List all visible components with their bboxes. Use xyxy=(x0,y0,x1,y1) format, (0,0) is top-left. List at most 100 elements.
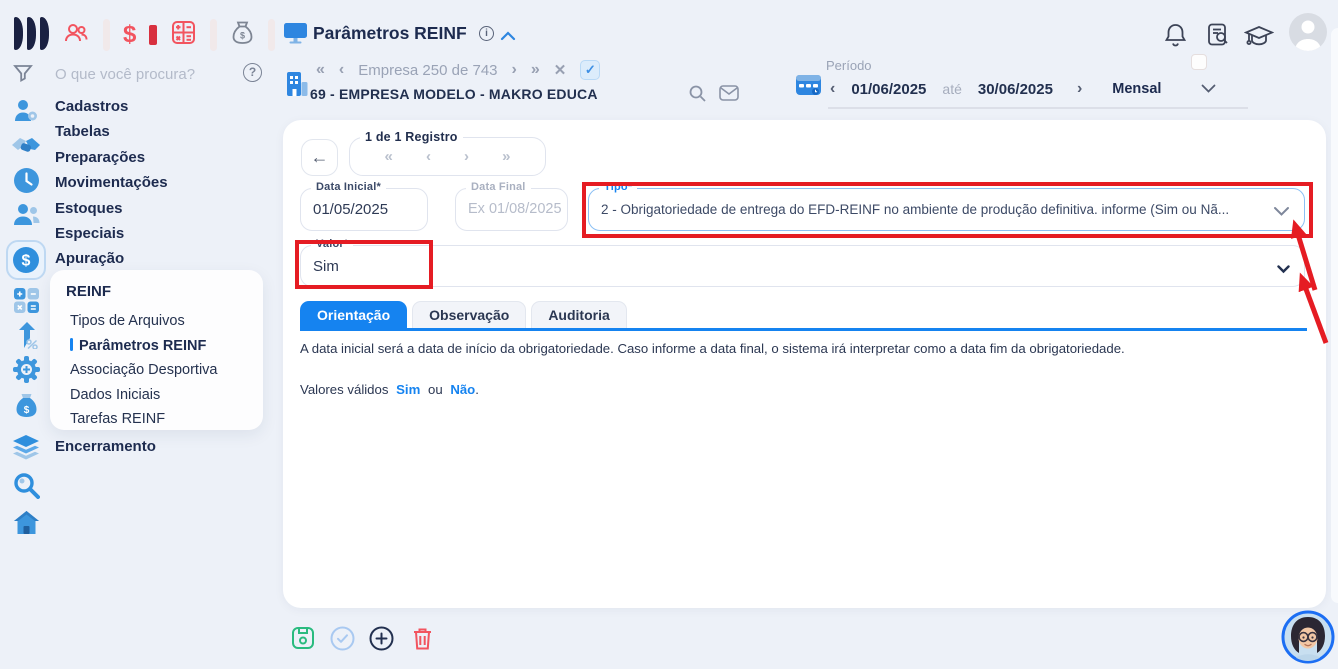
next-record-button[interactable]: › xyxy=(464,148,469,165)
info-icon[interactable]: i xyxy=(479,26,494,41)
tipo-select[interactable]: Tipo* 2 - Obrigatoriedade de entrega do … xyxy=(588,188,1305,231)
search-company-icon[interactable] xyxy=(688,84,707,108)
sidebar-item-estoques[interactable]: Estoques xyxy=(55,196,168,221)
bell-icon[interactable] xyxy=(1164,22,1187,52)
svg-text:$: $ xyxy=(240,31,245,41)
data-final-field[interactable]: Data Final Ex 01/08/2025 xyxy=(455,188,568,231)
period-label: Período xyxy=(826,58,872,73)
gear-icon[interactable] xyxy=(12,355,41,389)
logo-bar xyxy=(40,17,49,50)
tab-orientacao[interactable]: Orientação xyxy=(300,301,407,329)
prev-company-button[interactable]: ‹ xyxy=(339,61,344,79)
submenu-item-tarefas-reinf[interactable]: Tarefas REINF xyxy=(70,407,263,432)
period-checkbox[interactable] xyxy=(1191,54,1207,70)
svg-text:$: $ xyxy=(22,253,31,270)
mail-icon[interactable] xyxy=(719,85,739,106)
clock-icon[interactable] xyxy=(13,167,40,199)
sidebar-item-apuracao[interactable]: Apuração xyxy=(55,246,168,271)
save-icon[interactable] xyxy=(291,626,315,655)
period-until-label: até xyxy=(942,81,961,97)
tab-observacao[interactable]: Observação xyxy=(412,301,526,329)
dollar-icon[interactable]: $ xyxy=(123,21,136,49)
sidebar-item-especiais[interactable]: Especiais xyxy=(55,221,168,246)
calendar-icon xyxy=(795,72,822,102)
sidebar-item-preparacoes[interactable]: Preparações xyxy=(55,145,168,170)
prev-record-button[interactable]: ‹ xyxy=(426,148,431,165)
search-input[interactable]: O que você procura? xyxy=(55,66,235,83)
graduation-cap-icon[interactable] xyxy=(1244,24,1274,53)
submenu-title-reinf[interactable]: REINF xyxy=(66,280,263,304)
last-company-button[interactable]: » xyxy=(531,61,540,79)
period-end-date[interactable]: 30/06/2025 xyxy=(978,81,1053,98)
company-filter-checkbox[interactable]: ✓ xyxy=(580,60,600,80)
check-circle-icon[interactable] xyxy=(330,626,355,656)
submenu-item-parametros-reinf[interactable]: Parâmetros REINF xyxy=(70,334,263,359)
data-final-label: Data Final xyxy=(466,181,531,193)
right-edge-panel xyxy=(1331,28,1338,603)
sidebar-item-movimentacoes[interactable]: Movimentações xyxy=(55,170,168,195)
last-record-button[interactable]: » xyxy=(502,148,510,165)
app-logo[interactable] xyxy=(14,17,49,50)
data-final-input[interactable]: Ex 01/08/2025 xyxy=(468,201,562,217)
record-nav-label: 1 de 1 Registro xyxy=(360,130,463,144)
first-company-button[interactable]: « xyxy=(316,61,325,79)
chevron-down-icon[interactable] xyxy=(1201,80,1216,98)
valor-chevron-down-icon[interactable] xyxy=(1277,261,1290,279)
money-bag-icon[interactable]: $ xyxy=(230,19,255,51)
calculator-blue-icon[interactable] xyxy=(13,287,40,319)
next-company-button[interactable]: › xyxy=(512,61,517,79)
valid-value-nao[interactable]: Não xyxy=(450,382,475,397)
sidebar-item-tabelas[interactable]: Tabelas xyxy=(55,119,168,144)
next-period-button[interactable]: › xyxy=(1077,80,1082,98)
prev-period-button[interactable]: ‹ xyxy=(830,80,835,98)
orientation-paragraph: A data inicial será a data de início da … xyxy=(300,341,1315,356)
dollar-circle-icon[interactable]: $ xyxy=(6,240,46,280)
valor-value[interactable]: Sim xyxy=(313,258,339,275)
tab-bar: Orientação Observação Auditoria xyxy=(300,301,627,329)
logo-bar xyxy=(27,17,36,50)
search-icon[interactable] xyxy=(13,472,40,504)
trash-icon[interactable] xyxy=(412,627,433,656)
submenu-item-tipos-de-arquivos[interactable]: Tipos de Arquivos xyxy=(70,309,263,334)
first-record-button[interactable]: « xyxy=(385,148,393,165)
monitor-icon xyxy=(283,22,308,49)
filter-icon[interactable] xyxy=(13,63,33,88)
calculator-icon[interactable] xyxy=(170,19,197,51)
valid-values-line: Valores válidos Sim ou Não. xyxy=(300,382,479,397)
people-icon[interactable] xyxy=(62,19,90,52)
red-indicator-pill xyxy=(149,25,157,45)
valor-select[interactable]: Valor* Sim xyxy=(300,245,1305,287)
company-counter: Empresa 250 de 743 xyxy=(358,62,497,79)
layers-icon[interactable] xyxy=(11,434,41,466)
company-name: 69 - EMPRESA MODELO - MAKRO EDUCA xyxy=(310,86,598,102)
handshake-icon[interactable] xyxy=(10,133,42,164)
sidebar-item-encerramento[interactable]: Encerramento xyxy=(55,434,156,459)
submenu-item-dados-iniciais[interactable]: Dados Iniciais xyxy=(70,383,263,408)
assistant-avatar[interactable] xyxy=(1281,610,1335,669)
data-inicial-field[interactable]: Data Inicial* 01/05/2025 xyxy=(300,188,428,231)
period-divider xyxy=(828,107,1248,109)
user-gear-icon[interactable] xyxy=(12,97,40,130)
tipo-value[interactable]: 2 - Obrigatoriedade de entrega do EFD-RE… xyxy=(601,202,1271,217)
back-button[interactable]: ← xyxy=(301,139,338,176)
data-inicial-input[interactable]: 01/05/2025 xyxy=(313,201,388,218)
arrow-percent-icon[interactable] xyxy=(15,321,39,354)
period-start-date[interactable]: 01/06/2025 xyxy=(851,81,926,98)
document-search-icon[interactable] xyxy=(1206,22,1230,52)
money-bag-blue-icon[interactable]: $ xyxy=(14,392,39,426)
users-icon[interactable] xyxy=(12,202,41,233)
add-icon[interactable] xyxy=(369,626,394,656)
tipo-chevron-down-icon[interactable] xyxy=(1273,204,1290,222)
tipo-label: Tipo* xyxy=(599,181,637,193)
home-icon[interactable] xyxy=(13,510,40,541)
tab-auditoria[interactable]: Auditoria xyxy=(531,301,626,329)
submenu-item-associacao-desportiva[interactable]: Associação Desportiva xyxy=(70,358,263,383)
sidebar-item-cadastros[interactable]: Cadastros xyxy=(55,94,168,119)
chevron-up-icon[interactable] xyxy=(500,28,516,46)
period-mode-select[interactable]: Mensal xyxy=(1112,81,1161,97)
valid-value-sim[interactable]: Sim xyxy=(396,382,420,397)
divider-pill xyxy=(103,19,110,51)
help-icon[interactable]: ? xyxy=(243,63,262,82)
avatar[interactable] xyxy=(1289,13,1327,51)
close-icon[interactable]: ✕ xyxy=(554,61,567,79)
